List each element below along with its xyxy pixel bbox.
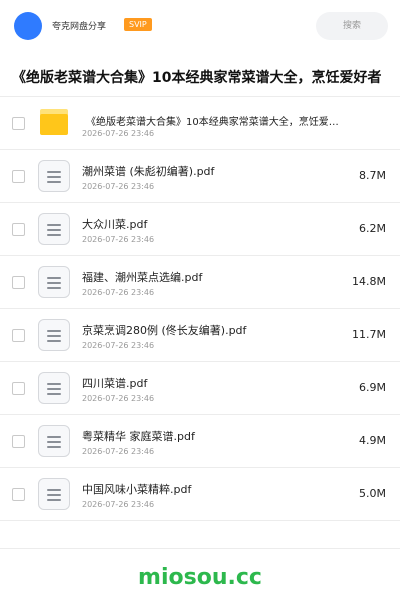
file-size: 6.2M bbox=[359, 222, 386, 235]
folder-body-shape bbox=[40, 114, 68, 135]
row-checkbox[interactable] bbox=[12, 276, 25, 289]
file-name: 粤菜精华 家庭菜谱.pdf bbox=[82, 430, 195, 443]
doc-line bbox=[47, 383, 61, 385]
row-checkbox[interactable] bbox=[12, 488, 25, 501]
doc-line bbox=[47, 446, 61, 448]
file-row[interactable]: 大众川菜.pdf 2026-07-26 23:46 6.2M bbox=[0, 203, 400, 256]
doc-line bbox=[47, 229, 61, 231]
doc-line bbox=[47, 441, 61, 443]
folder-row[interactable]: 《绝版老菜谱大合集》10本经典家常菜谱大全，烹饪爱… 2026-07-26 23… bbox=[0, 97, 400, 150]
document-icon bbox=[38, 319, 70, 351]
doc-line bbox=[47, 277, 61, 279]
share-title: 《绝版老菜谱大合集》10本经典家常菜谱大全，烹饪爱好者 bbox=[12, 70, 382, 86]
file-row[interactable]: 京菜烹调280例 (佟长友编著).pdf 2026-07-26 23:46 11.7… bbox=[0, 309, 400, 362]
row-checkbox[interactable] bbox=[12, 223, 25, 236]
doc-line bbox=[47, 287, 61, 289]
row-checkbox[interactable] bbox=[12, 382, 25, 395]
doc-line bbox=[47, 393, 61, 395]
document-icon bbox=[38, 425, 70, 457]
share-title-bar: 《绝版老菜谱大合集》10本经典家常菜谱大全，烹饪爱好者 bbox=[0, 58, 400, 94]
file-name: 京菜烹调280例 (佟长友编著).pdf bbox=[82, 324, 247, 337]
doc-line bbox=[47, 234, 61, 236]
folder-name: 《绝版老菜谱大合集》10本经典家常菜谱大全，烹饪爱… bbox=[86, 117, 339, 128]
file-row[interactable]: 粤菜精华 家庭菜谱.pdf 2026-07-26 23:46 4.9M bbox=[0, 415, 400, 468]
file-size: 4.9M bbox=[359, 434, 386, 447]
footer: miosou.cc bbox=[0, 548, 400, 600]
doc-line bbox=[47, 171, 61, 173]
top-bar: 夸克网盘分享 SVIP 搜索 bbox=[0, 0, 400, 52]
doc-line bbox=[47, 176, 61, 178]
file-row[interactable]: 中国风味小菜精粹.pdf 2026-07-26 23:46 5.0M bbox=[0, 468, 400, 521]
search-button[interactable]: 搜索 bbox=[316, 12, 388, 40]
doc-line bbox=[47, 181, 61, 183]
brand-name: 夸克网盘分享 bbox=[52, 22, 107, 32]
document-icon bbox=[38, 372, 70, 404]
doc-line bbox=[47, 436, 61, 438]
document-icon bbox=[38, 478, 70, 510]
doc-line bbox=[47, 340, 61, 342]
row-checkbox[interactable] bbox=[12, 435, 25, 448]
file-size: 6.9M bbox=[359, 381, 386, 394]
avatar[interactable] bbox=[14, 12, 42, 40]
document-icon bbox=[38, 213, 70, 245]
file-size: 14.8M bbox=[352, 275, 386, 288]
file-row[interactable]: 四川菜谱.pdf 2026-07-26 23:46 6.9M bbox=[0, 362, 400, 415]
site-logo: miosou.cc bbox=[138, 565, 262, 590]
row-checkbox[interactable] bbox=[12, 329, 25, 342]
file-date: 2026-07-26 23:46 bbox=[82, 182, 155, 191]
file-date: 2026-07-26 23:46 bbox=[82, 500, 155, 509]
file-row[interactable]: 潮州菜谱 (朱彪初编著).pdf 2026-07-26 23:46 8.7M bbox=[0, 150, 400, 203]
row-checkbox[interactable] bbox=[12, 170, 25, 183]
svip-badge: SVIP bbox=[124, 18, 152, 31]
file-name: 潮州菜谱 (朱彪初编著).pdf bbox=[82, 165, 215, 178]
file-date: 2026-07-26 23:46 bbox=[82, 288, 155, 297]
file-date: 2026-07-26 23:46 bbox=[82, 447, 155, 456]
doc-line bbox=[47, 388, 61, 390]
file-name: 大众川菜.pdf bbox=[82, 218, 148, 231]
folder-icon bbox=[40, 109, 68, 135]
doc-line bbox=[47, 335, 61, 337]
file-date: 2026-07-26 23:46 bbox=[82, 341, 155, 350]
document-icon bbox=[38, 266, 70, 298]
doc-line bbox=[47, 282, 61, 284]
file-name: 四川菜谱.pdf bbox=[82, 377, 148, 390]
file-size: 5.0M bbox=[359, 487, 386, 500]
document-icon bbox=[38, 160, 70, 192]
file-row[interactable]: 福建、潮州菜点选编.pdf 2026-07-26 23:46 14.8M bbox=[0, 256, 400, 309]
folder-date: 2026-07-26 23:46 bbox=[82, 129, 155, 138]
file-size: 8.7M bbox=[359, 169, 386, 182]
doc-line bbox=[47, 499, 61, 501]
doc-line bbox=[47, 330, 61, 332]
file-name: 中国风味小菜精粹.pdf bbox=[82, 483, 192, 496]
doc-line bbox=[47, 489, 61, 491]
file-date: 2026-07-26 23:46 bbox=[82, 394, 155, 403]
file-name: 福建、潮州菜点选编.pdf bbox=[82, 271, 203, 284]
doc-line bbox=[47, 494, 61, 496]
file-date: 2026-07-26 23:46 bbox=[82, 235, 155, 244]
row-checkbox[interactable] bbox=[12, 117, 25, 130]
doc-line bbox=[47, 224, 61, 226]
file-size: 11.7M bbox=[352, 328, 386, 341]
file-list: 《绝版老菜谱大合集》10本经典家常菜谱大全，烹饪爱… 2026-07-26 23… bbox=[0, 96, 400, 521]
